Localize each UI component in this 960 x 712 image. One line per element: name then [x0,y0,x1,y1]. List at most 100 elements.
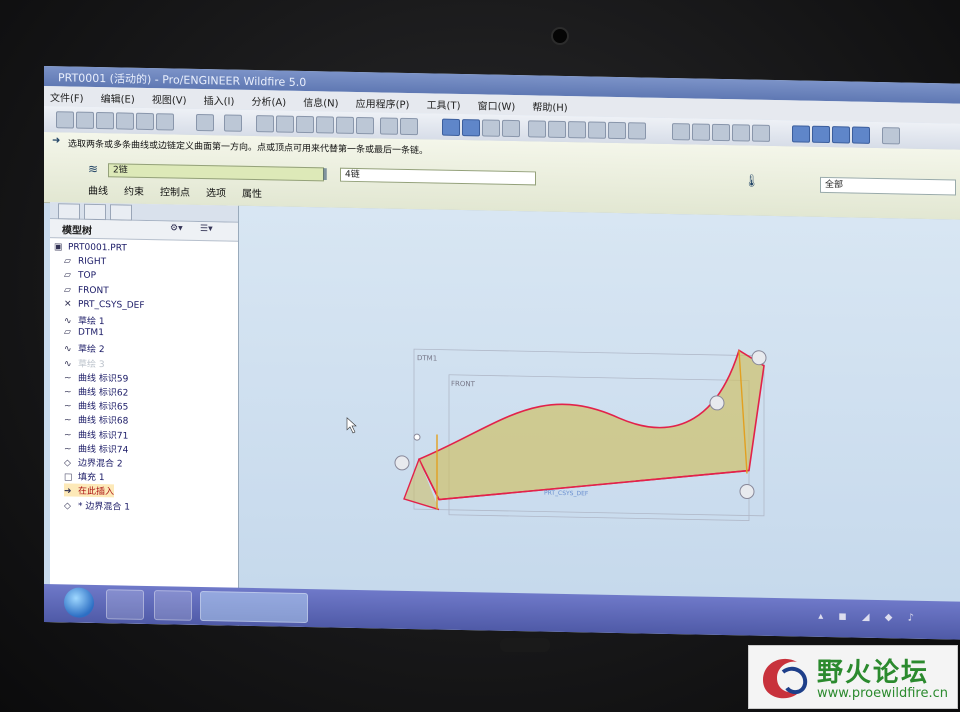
zoom-out-icon[interactable] [548,120,566,139]
tree-item[interactable]: ∼ 曲线 标识68 [64,413,128,427]
cut-icon[interactable] [256,115,274,133]
copy-icon[interactable] [276,115,294,133]
datum-plane-display-icon[interactable] [442,118,460,136]
undo-icon[interactable] [196,113,214,132]
datum-axis-display-icon[interactable] [462,119,480,137]
drag-handle [739,483,755,499]
open-file-icon[interactable] [76,111,94,129]
shaded-icon[interactable] [732,124,750,142]
tree-item[interactable]: ▱ FRONT [64,285,109,296]
no-hidden-icon[interactable] [712,123,730,142]
start-button[interactable] [64,587,94,618]
tree-item[interactable]: ▱ RIGHT [64,257,106,268]
filter-dropdown[interactable]: 全部 [820,176,956,196]
webcam [551,27,569,45]
point-toggle-icon[interactable] [832,126,850,144]
tree-item[interactable]: ∼ 曲线 标识62 [64,384,128,398]
system-tray-icons[interactable]: ▴ ◼ ◢ ◆ ♪ [818,611,920,624]
watermark-logo: 野火论坛 www.proewildfire.cn [748,645,958,709]
second-direction-icon: ∥ [322,166,328,181]
tree-item[interactable]: ∼ 曲线 标识71 [64,427,128,441]
saved-views-icon[interactable] [608,121,626,140]
tab-options[interactable]: 选项 [206,184,226,199]
show-icon[interactable]: ☰▾ [200,224,213,234]
thermometer-icon: 🌡 [744,173,760,188]
favorites-tab-icon[interactable] [110,204,132,221]
taskbar-folder-icon[interactable] [154,590,192,621]
tree-item-label: RIGHT [78,256,107,268]
taskbar-proe-window[interactable] [200,590,308,624]
regenerate-icon[interactable] [336,116,354,134]
paste-icon[interactable] [296,115,314,134]
tree-item-label: 曲线 标识65 [78,401,129,413]
context-help-icon[interactable] [882,127,900,145]
laptop-logo [500,638,550,652]
tab-properties[interactable]: 属性 [242,185,262,200]
settings-icon[interactable]: ⚙▾ [170,223,183,233]
tree-item[interactable]: ◇ * 边界混合 1 [64,498,130,512]
tree-item[interactable]: ∿ 草绘 1 [64,313,105,327]
folder-browser-tab-icon[interactable] [84,203,106,221]
send-icon[interactable] [156,113,174,131]
clock[interactable] [926,607,956,608]
tree-item[interactable]: ✕ PRT_CSYS_DEF [64,299,145,311]
wireframe-icon[interactable] [672,123,690,141]
regen-manager-icon[interactable] [356,116,374,135]
watermark-url: www.proewildfire.cn [817,686,948,701]
tree-item-label: * 边界混合 1 [78,501,130,513]
graphics-window[interactable]: DTM1 FRONT PRT_CSYS_DEF [239,205,960,602]
tree-item[interactable]: ◇ 边界混合 2 [64,455,123,469]
axis-toggle-icon[interactable] [812,125,830,144]
tree-item-label: TOP [78,271,97,282]
new-file-icon[interactable] [56,111,74,129]
tree-item-label: PRT0001.PRT [68,242,127,254]
enhanced-realism-icon[interactable] [752,124,770,142]
mouse-cursor-icon [346,417,357,434]
tree-item[interactable]: ▣ PRT0001.PRT [54,242,127,253]
sketch-icon: ∿ [64,358,72,370]
tree-item[interactable]: ∿ 草绘 3 [64,356,105,370]
tab-curves[interactable]: 曲线 [88,182,108,197]
print-icon[interactable] [116,112,134,130]
select-box-icon[interactable] [400,117,418,136]
tree-item-label: 填充 1 [78,472,105,484]
tree-item[interactable]: ∿ 草绘 2 [64,342,105,356]
csys-label: PRT_CSYS_DEF [544,490,589,498]
curve-icon: ∼ [64,401,72,412]
csys-icon: ✕ [64,299,72,310]
tree-item[interactable]: ▱ TOP [64,271,96,282]
tree-item[interactable]: ➜ 在此插入 [64,483,115,498]
tree-item[interactable]: ∼ 曲线 标识74 [64,441,128,455]
plane-toggle-icon[interactable] [792,125,810,143]
curve-icon: ∼ [64,444,72,455]
tree-item[interactable]: ▱ DTM1 [64,328,104,339]
first-direction-collector[interactable]: 2链 [108,163,324,182]
hidden-line-icon[interactable] [692,123,710,141]
reorient-icon[interactable] [588,121,606,139]
boundary-blend-icon: ◇ [64,458,71,469]
csys-toggle-icon[interactable] [852,126,870,144]
tree-item-label: 曲线 标识68 [78,416,129,428]
find-icon[interactable] [380,117,398,135]
save-icon[interactable] [96,111,114,130]
second-direction-collector[interactable]: 4链 [340,167,536,186]
tree-item[interactable]: □ 填充 1 [64,470,105,484]
spin-center-icon[interactable] [482,119,500,137]
email-icon[interactable] [136,112,154,131]
tab-constraints[interactable]: 约束 [124,183,144,198]
refit-icon[interactable] [568,121,586,139]
model-tree-tab-icon[interactable] [58,203,80,220]
tree-item-label: PRT_CSYS_DEF [78,299,145,311]
curve-icon: ∼ [64,387,72,398]
layers-icon[interactable] [628,122,646,140]
taskbar-app-icon[interactable] [106,589,144,620]
tab-control-points[interactable]: 控制点 [160,183,190,199]
shading-icon[interactable] [502,119,520,138]
paste-special-icon[interactable] [316,116,334,134]
tree-item[interactable]: ∼ 曲线 标识65 [64,399,128,413]
zoom-in-icon[interactable] [528,120,546,138]
tree-item[interactable]: ∼ 曲线 标识59 [64,370,128,384]
tree-item-label: 在此插入 [78,487,115,498]
front-label: FRONT [451,380,476,388]
redo-icon[interactable] [224,114,242,132]
